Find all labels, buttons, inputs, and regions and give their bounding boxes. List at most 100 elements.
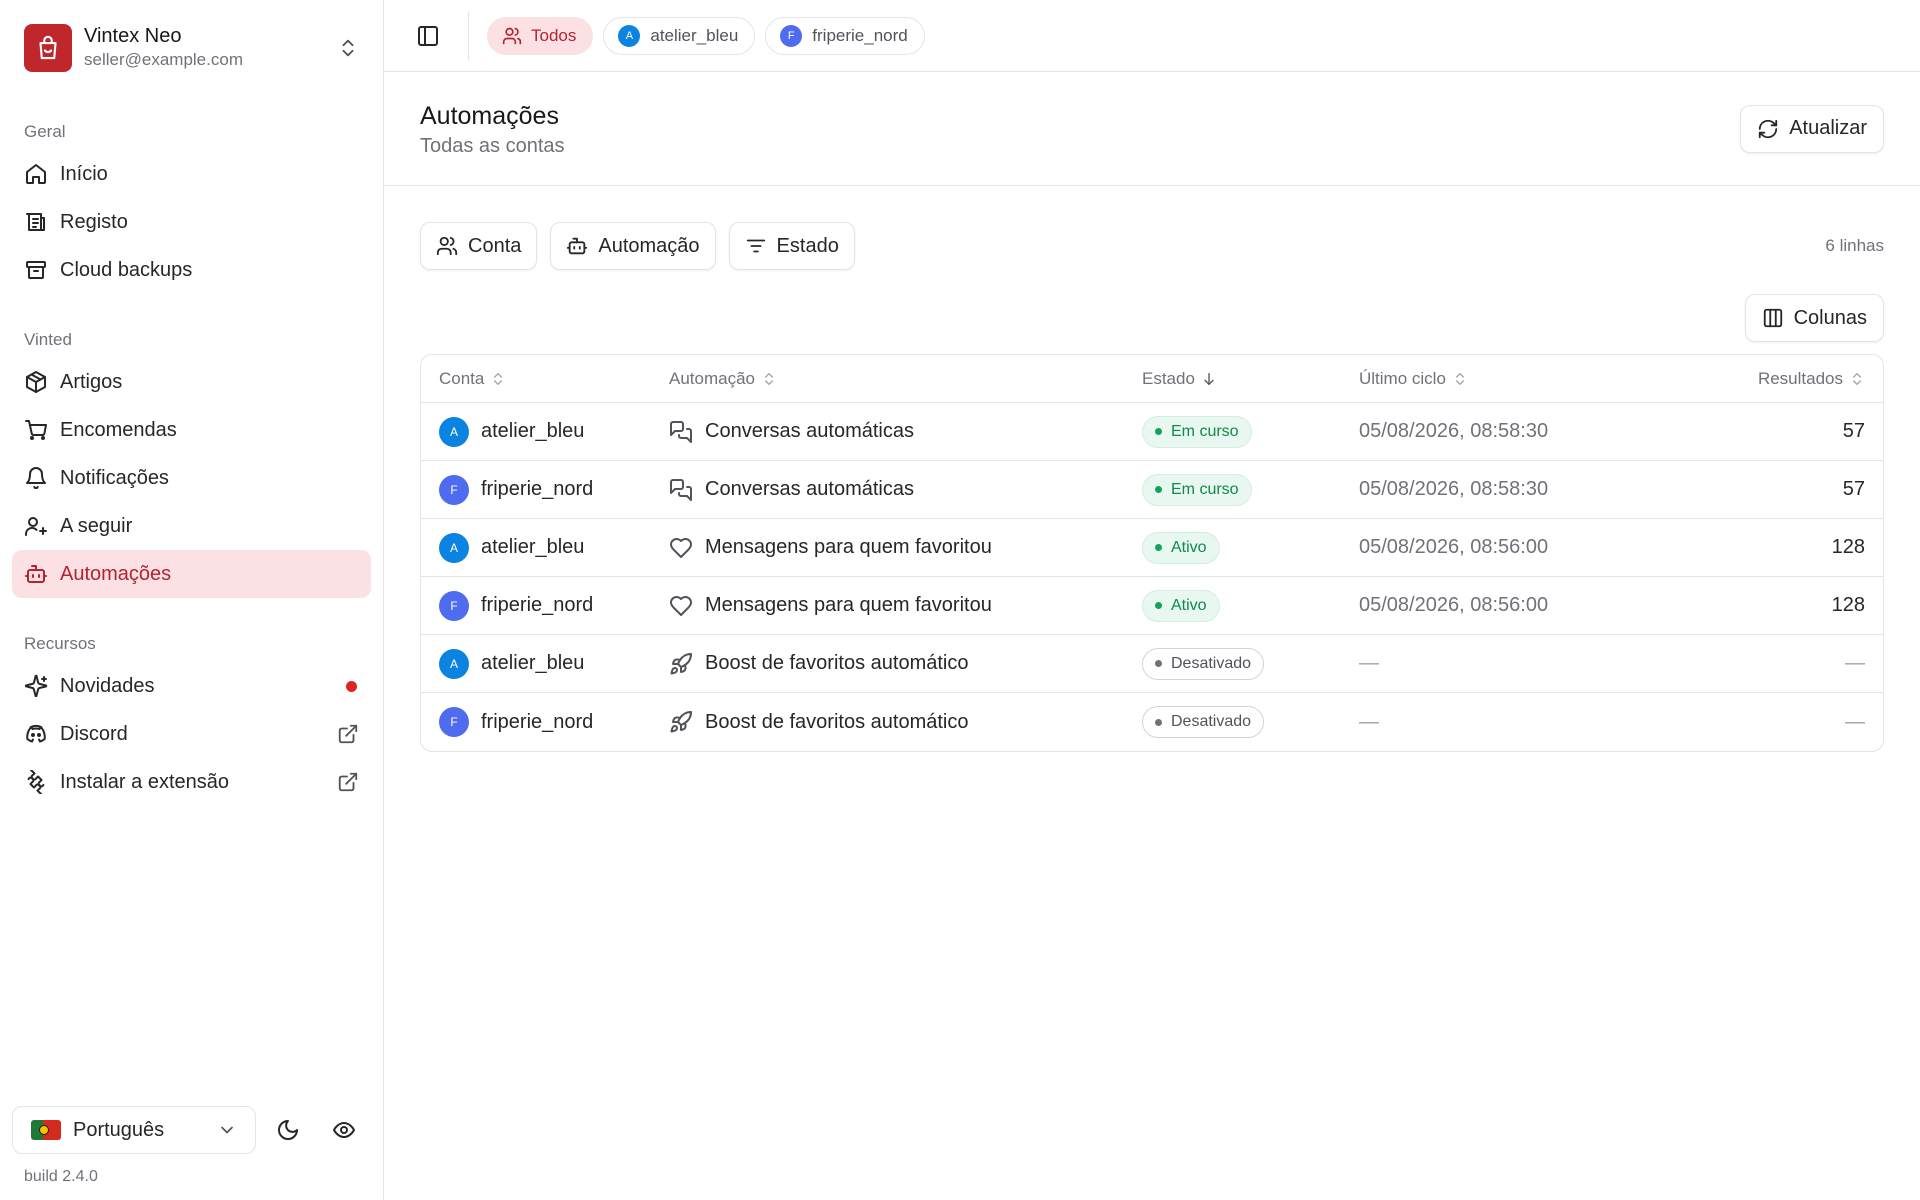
column-header-results[interactable]: Resultados xyxy=(1659,369,1883,389)
status-text: Desativado xyxy=(1171,713,1252,730)
page-header: Automações Todas as contas Atualizar xyxy=(384,72,1920,186)
sidebar-item-label: Cloud backups xyxy=(60,258,193,281)
sidebar-item-a-seguir[interactable]: A seguir xyxy=(12,502,371,550)
filter-bar: Conta Automação Estado 6 linhas xyxy=(420,222,1884,270)
status-text: Desativado xyxy=(1171,654,1252,672)
account-name: atelier_bleu xyxy=(481,536,585,558)
panel-left-icon xyxy=(418,25,438,46)
status-badge: Ativo xyxy=(1142,531,1220,564)
refresh-icon xyxy=(1759,119,1778,138)
columns-label: Colunas xyxy=(1793,306,1867,329)
filter-status-button[interactable]: Estado xyxy=(728,222,855,270)
unread-dot xyxy=(346,680,357,692)
theme-toggle-button[interactable] xyxy=(264,1106,312,1154)
chip-label: Todos xyxy=(531,25,577,45)
account-name: friperie_nord xyxy=(481,710,594,733)
sidebar-item-label: Novidades xyxy=(60,674,155,697)
privacy-toggle-button[interactable] xyxy=(320,1106,368,1154)
account-chip-friperie-nord[interactable]: F friperie_nord xyxy=(765,16,925,55)
users-icon xyxy=(436,236,458,256)
filter-label: Estado xyxy=(776,234,839,257)
results-count: 128 xyxy=(1831,536,1865,558)
avatar: A xyxy=(439,416,469,447)
columns-button[interactable]: Colunas xyxy=(1744,294,1884,342)
cart-icon xyxy=(25,420,47,440)
automation-name: Conversas automáticas xyxy=(705,420,914,442)
table-row[interactable]: Ffriperie_nord Mensagens para quem favor… xyxy=(421,577,1883,635)
account-name: friperie_nord xyxy=(481,594,594,616)
archive-icon xyxy=(26,261,46,279)
sparkles-icon xyxy=(24,674,48,698)
filter-account-button[interactable]: Conta xyxy=(420,222,538,270)
table-row[interactable]: Ffriperie_nord Boost de favoritos automá… xyxy=(421,693,1883,751)
status-badge: Em curso xyxy=(1142,473,1252,506)
table-row[interactable]: Aatelier_bleu Conversas automáticas Em c… xyxy=(421,403,1883,461)
avatar: A xyxy=(618,24,641,47)
sidebar-item-discord[interactable]: Discord xyxy=(12,710,371,758)
refresh-label: Atualizar xyxy=(1789,117,1867,139)
column-header-status[interactable]: Estado xyxy=(1142,369,1359,389)
sidebar-item-artigos[interactable]: Artigos xyxy=(12,358,371,406)
puzzle-icon xyxy=(27,770,45,794)
language-select[interactable]: Português xyxy=(12,1106,256,1154)
user-name: Vintex Neo xyxy=(84,25,182,47)
column-header-last-cycle[interactable]: Último ciclo xyxy=(1359,369,1659,389)
refresh-button[interactable]: Atualizar xyxy=(1740,104,1884,153)
table-row[interactable]: Aatelier_bleu Boost de favoritos automát… xyxy=(421,635,1883,693)
discord-icon xyxy=(26,724,46,743)
account-switcher[interactable]: Vintex Neo seller@example.com xyxy=(0,0,383,96)
table-row[interactable]: Ffriperie_nord Conversas automáticas Em … xyxy=(421,461,1883,519)
status-badge: Desativado xyxy=(1142,706,1265,738)
sidebar-item-registo[interactable]: Registo xyxy=(12,198,371,246)
chevron-down-icon xyxy=(221,1126,233,1134)
account-chip-all[interactable]: Todos xyxy=(487,16,594,55)
filter-label: Automação xyxy=(598,234,700,257)
home-icon xyxy=(26,164,46,184)
sidebar-item-encomendas[interactable]: Encomendas xyxy=(12,406,371,454)
divider xyxy=(468,11,469,60)
last-cycle: 05/08/2026, 08:58:30 xyxy=(1359,478,1549,500)
filter-automation-button[interactable]: Automação xyxy=(550,222,716,270)
status-badge: Ativo xyxy=(1142,589,1220,622)
sidebar-footer: Português build 2.4.0 xyxy=(0,1106,384,1200)
results-count: — xyxy=(1845,710,1865,733)
column-header-automation[interactable]: Automação xyxy=(669,369,1142,389)
column-header-account[interactable]: Conta xyxy=(421,369,669,389)
sidebar-item-cloud-backups[interactable]: Cloud backups xyxy=(12,246,371,294)
table-row[interactable]: Aatelier_bleu Mensagens para quem favori… xyxy=(421,519,1883,577)
status-text: Em curso xyxy=(1171,480,1239,498)
account-chip-atelier-bleu[interactable]: A atelier_bleu xyxy=(603,16,756,55)
page-title: Automações xyxy=(420,101,559,130)
moon-icon xyxy=(278,1120,298,1140)
sidebar-toggle-button[interactable] xyxy=(408,16,448,56)
chip-label: friperie_nord xyxy=(812,25,908,45)
avatar: A xyxy=(439,648,469,679)
bell-icon xyxy=(26,467,46,490)
bot-icon xyxy=(25,565,47,583)
group-label-vinted: Vinted xyxy=(24,330,72,349)
sidebar-item-instalar-extensao[interactable]: Instalar a extensão xyxy=(12,758,371,806)
status-badge: Desativado xyxy=(1142,647,1265,680)
sidebar-item-automacoes[interactable]: Automações xyxy=(12,550,371,598)
row-count: 6 linhas xyxy=(1825,236,1884,255)
header-label: Automação xyxy=(669,368,755,388)
top-bar: Todos A atelier_bleu F friperie_nord xyxy=(384,0,1920,72)
sidebar-item-notificacoes[interactable]: Notificações xyxy=(12,454,371,502)
sort-icon xyxy=(494,372,503,385)
messages-icon xyxy=(670,478,692,501)
chip-label: atelier_bleu xyxy=(650,25,739,45)
table-header: Conta Automação Estado Último ciclo Resu… xyxy=(421,355,1883,403)
log-icon xyxy=(26,213,45,231)
sort-icon xyxy=(1853,372,1861,385)
avatar: A xyxy=(439,532,469,563)
chevrons-up-down-icon xyxy=(342,39,354,57)
messages-icon xyxy=(670,420,692,443)
sidebar-item-inicio[interactable]: Início xyxy=(12,150,371,198)
automation-name: Mensagens para quem favoritou xyxy=(705,594,992,616)
heart-icon xyxy=(670,537,692,558)
status-text: Em curso xyxy=(1171,422,1239,440)
last-cycle: — xyxy=(1359,710,1379,733)
status-badge: Em curso xyxy=(1142,415,1252,448)
sidebar-item-novidades[interactable]: Novidades xyxy=(12,662,371,710)
filter-label: Conta xyxy=(468,234,522,257)
